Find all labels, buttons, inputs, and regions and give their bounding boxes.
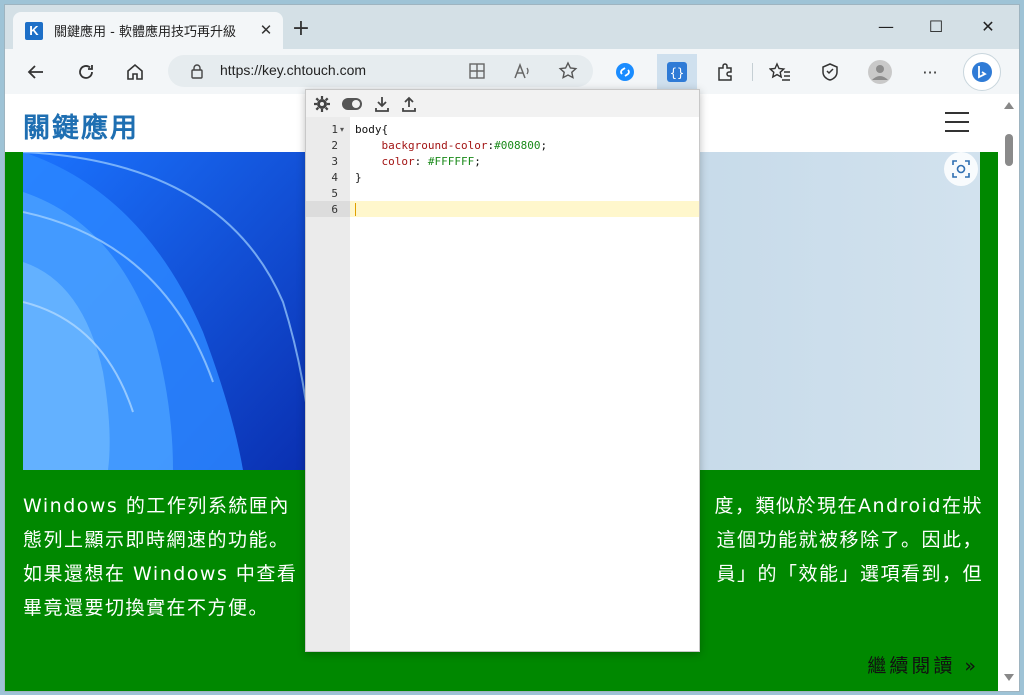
text-cursor [355,203,356,216]
code-line-1: body{ [355,123,389,136]
bing-copilot-button[interactable] [963,53,1001,91]
refresh-icon [79,65,93,79]
shazam-icon [616,63,634,81]
minimize-button[interactable]: — [871,15,901,39]
css-editor-extension-button[interactable]: {} [657,54,697,90]
browser-essentials-button[interactable] [817,59,843,85]
avatar-icon [868,60,892,84]
favorites-button[interactable] [767,59,793,85]
app-grid-icon[interactable] [468,62,486,80]
curly-braces-icon: {} [667,62,687,82]
back-arrow-icon [27,65,43,79]
fold-arrow-icon[interactable]: ▾ [340,125,344,134]
visual-search-button[interactable] [944,152,978,186]
code-line-4: } [355,171,362,184]
line-number: 1 [331,123,338,136]
excerpt-line-2-right: 這個功能就被移除了。因此， [716,529,983,551]
code-editor-area[interactable]: body{ background-color:#008800; color: #… [350,117,699,651]
lock-icon [191,64,203,79]
css-semicolon: ; [540,139,548,152]
editor-download-button[interactable] [372,94,392,114]
visual-search-icon [952,160,970,178]
refresh-button[interactable] [73,59,99,85]
scroll-down-icon[interactable] [1004,674,1014,681]
line-number: 6 [331,203,338,216]
read-more-link[interactable]: 繼續閱讀 » [867,651,979,678]
close-window-button[interactable]: ✕ [973,15,1003,39]
line-number: 2 [331,139,338,152]
line-number: 5 [331,187,338,200]
profile-button[interactable] [867,59,893,85]
back-button[interactable] [23,59,49,85]
upload-icon [402,96,416,112]
editor-upload-button[interactable] [399,94,419,114]
download-icon [375,97,389,112]
editor-toolbar [306,90,699,117]
tab-active[interactable]: K 關鍵應用 - 軟體應用技巧再升級 ✕ [13,12,283,49]
css-value: #008800 [494,139,541,152]
editor-settings-button[interactable] [312,94,332,114]
excerpt-line-4-left: 畢竟還要切換實在不方便。 [23,597,270,619]
code-line-2: background-color:#008800; [355,139,548,152]
css-property: background-color [381,139,488,152]
puzzle-icon [718,63,732,81]
extensions-button[interactable] [712,59,738,85]
editor-toggle-button[interactable] [342,94,362,114]
css-property: color [381,155,415,168]
tab-title: 關鍵應用 - 軟體應用技巧再升級 [54,25,236,40]
hamburger-menu-icon[interactable] [945,112,969,134]
css-colon: : [414,155,428,168]
favorites-list-icon [769,62,790,81]
gear-icon [314,96,330,112]
line-number-gutter: 1 ▾ 2 3 4 5 6 [306,117,350,651]
tab-close-icon[interactable]: ✕ [257,21,275,39]
favorite-star-icon[interactable] [558,61,578,81]
url-text: https://key.chtouch.com [220,62,367,78]
line-number: 3 [331,155,338,168]
scrollbar-thumb[interactable] [1005,134,1013,166]
home-icon [127,63,143,80]
excerpt-line-1-right: 度，類似於現在Android在狀 [714,495,983,517]
shield-heart-icon [822,63,838,81]
line-number: 4 [331,171,338,184]
excerpt-line-3-right: 員」的「效能」選項看到，但 [716,563,983,585]
home-button[interactable] [122,59,148,85]
address-bar[interactable]: https://key.chtouch.com [168,55,593,87]
shazam-extension-icon[interactable] [612,59,638,85]
toggle-icon [342,98,362,110]
bing-icon [972,62,992,82]
excerpt-line-1-left: Windows 的工作列系統匣內 [23,495,290,517]
site-favicon-icon: K [25,21,43,40]
browser-toolbar: https://key.chtouch.com {} ··· [5,49,1019,94]
svg-text:{}: {} [670,66,684,80]
browser-window: K 關鍵應用 - 軟體應用技巧再升級 ✕ + — ☐ ✕ https://key… [4,4,1020,692]
toolbar-divider [752,63,753,81]
css-value: #FFFFFF [427,155,475,168]
css-editor-popup: 1 ▾ 2 3 4 5 6 body{ background-color:#00… [305,89,700,652]
scroll-up-icon[interactable] [1004,102,1014,109]
tab-strip: K 關鍵應用 - 軟體應用技巧再升級 ✕ + — ☐ ✕ [5,5,1019,49]
read-aloud-icon[interactable] [513,62,533,80]
active-line-highlight [350,201,699,217]
excerpt-line-3-left: 如果還想在 Windows 中查看 [23,563,298,585]
new-tab-button[interactable]: + [289,18,313,42]
more-menu-button[interactable]: ··· [917,59,943,85]
site-title[interactable]: 關鍵應用 [23,106,139,145]
page-scrollbar[interactable] [998,94,1019,691]
css-semicolon: ; [474,155,481,168]
code-line-3: color: #FFFFFF; [355,155,481,168]
excerpt-line-2-left: 態列上顯示即時網速的功能。 [23,529,290,551]
maximize-button[interactable]: ☐ [921,15,951,39]
